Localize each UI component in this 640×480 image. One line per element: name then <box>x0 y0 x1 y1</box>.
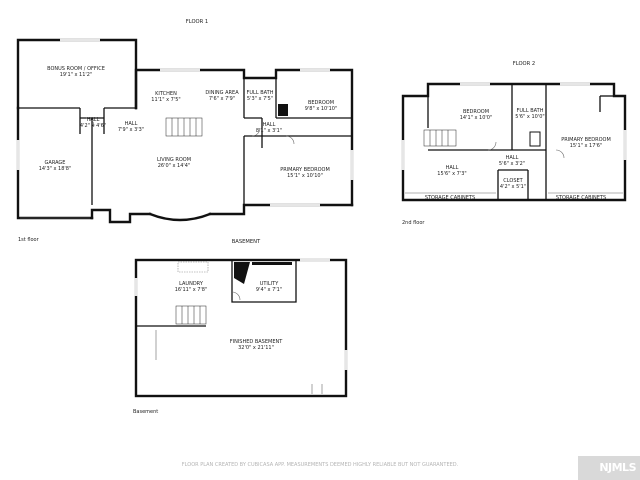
finished-basement-dim: 32'0" x 21'11" <box>238 345 274 351</box>
closet-dim: 4'2" x 5'1" <box>500 184 526 190</box>
floor1-caption: 1st floor <box>18 237 40 243</box>
storage-right-label: STORAGE CABINETS <box>556 195 606 201</box>
hall1c-dim: 8'1" x 3'1" <box>256 128 282 134</box>
bonus-room-dim: 19'1" x 11'2" <box>60 72 93 78</box>
storage-left-label: STORAGE CABINETS <box>425 195 475 201</box>
primary2-dim: 15'1" x 17'6" <box>570 143 603 149</box>
primary1-dim: 15'1" x 10'10" <box>287 173 323 179</box>
basement-plan <box>134 258 348 398</box>
bedroom2-dim: 14'1" x 10'0" <box>460 115 493 121</box>
basement-caption: Basement <box>133 409 158 415</box>
logo-text: NJMLS <box>599 461 636 474</box>
garage-dim: 14'3" x 18'8" <box>39 166 72 172</box>
dining-dim: 7'6" x 7'9" <box>209 96 235 102</box>
living-room-dim: 26'0" x 14'4" <box>158 163 191 169</box>
floor2-title: FLOOR 2 <box>513 61 535 67</box>
bedroom1-dim: 9'8" x 10'10" <box>305 106 338 112</box>
hall2b-dim: 5'6" x 3'2" <box>499 161 525 167</box>
hall2a-dim: 15'6" x 7'3" <box>437 171 466 177</box>
floor2-caption: 2nd floor <box>402 220 425 226</box>
kitchen-dim: 11'1" x 7'5" <box>151 97 180 103</box>
fullbath1-dim: 5'3" x 7'5" <box>247 96 273 102</box>
basement-title: BASEMENT <box>232 239 261 245</box>
hall1a-dim: 4'2" x 4'6" <box>80 123 106 129</box>
footer-disclaimer: FLOOR PLAN CREATED BY CUBICASA APP. MEAS… <box>182 462 459 468</box>
utility-dim: 9'4" x 7'1" <box>256 287 282 293</box>
fullbath2-dim: 5'6" x 10'0" <box>515 114 544 120</box>
laundry-dim: 16'11" x 7'8" <box>175 287 208 293</box>
floor1-title: FLOOR 1 <box>186 19 208 25</box>
floor-plan: FLOOR 1 FLOOR 2 BASEMENT BONUS ROOM / OF… <box>16 19 627 468</box>
hall1b-dim: 7'9" x 3'3" <box>118 127 144 133</box>
njmls-logo: NJMLS <box>578 456 640 480</box>
